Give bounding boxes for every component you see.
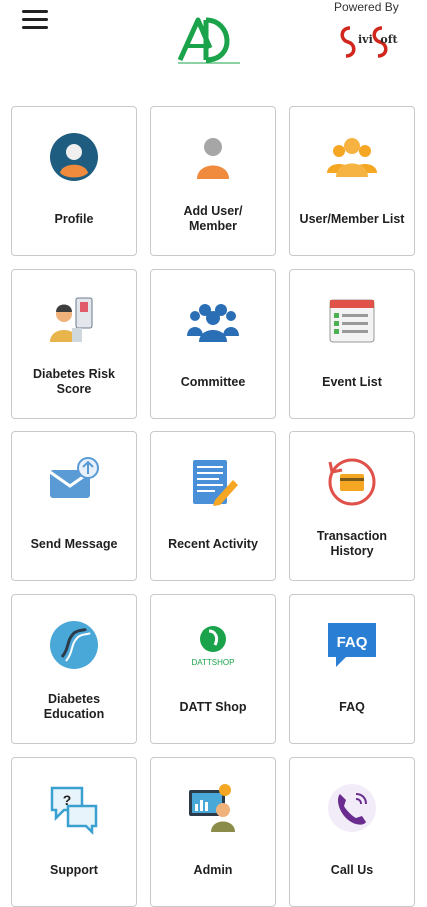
sivisoft-text: ivi oft [358, 33, 398, 46]
tile-label: Event List [322, 374, 382, 389]
tile-committee[interactable]: Committee [150, 269, 276, 419]
menu-icon[interactable] [22, 10, 48, 32]
tile-diabetes-risk-score[interactable]: Diabetes Risk Score [11, 269, 137, 419]
user-list-icon [324, 129, 380, 185]
recent-activity-icon [185, 454, 241, 510]
tile-label: Committee [180, 374, 246, 389]
committee-icon [185, 292, 241, 348]
tile-user-member-list[interactable]: User/Member List [289, 106, 415, 256]
tile-admin[interactable]: Admin [150, 757, 276, 907]
send-message-icon [46, 454, 102, 510]
add-user-icon [185, 129, 241, 185]
tile-transaction-history[interactable]: Transaction History [289, 431, 415, 581]
transaction-history-icon [324, 454, 380, 510]
powered-by-label: Powered By [334, 0, 399, 14]
tile-call-us[interactable]: Call Us [289, 757, 415, 907]
support-icon: ? [46, 780, 102, 836]
tile-label: DATT Shop [179, 699, 247, 714]
call-us-icon [324, 780, 380, 836]
tile-label: Support [50, 862, 98, 877]
diabetes-risk-icon [46, 292, 102, 348]
diabetes-education-icon [46, 617, 102, 673]
tile-faq[interactable]: FAQ FAQ [289, 594, 415, 744]
tile-add-user-member[interactable]: Add User/Member [150, 106, 276, 256]
tile-support[interactable]: ? Support [11, 757, 137, 907]
faq-icon: FAQ [324, 617, 380, 673]
tile-profile[interactable]: Profile [11, 106, 137, 256]
tile-label: FAQ [339, 699, 365, 714]
svg-text:DATTSHOP: DATTSHOP [192, 658, 235, 667]
tile-event-list[interactable]: Event List [289, 269, 415, 419]
tile-recent-activity[interactable]: Recent Activity [150, 431, 276, 581]
tile-label: User/Member List [299, 211, 405, 226]
tile-datt-shop[interactable]: DATTSHOP DATT Shop [150, 594, 276, 744]
app-header: Powered By ivi oft [0, 0, 427, 100]
tile-label: Send Message [30, 536, 118, 551]
svg-text:?: ? [63, 792, 72, 808]
tile-label: Diabetes Education [43, 692, 105, 721]
profile-icon [46, 129, 102, 185]
tile-label: Recent Activity [168, 536, 258, 551]
tile-label: Profile [54, 211, 94, 226]
svg-text:FAQ: FAQ [337, 634, 368, 651]
event-list-icon [324, 292, 380, 348]
tile-diabetes-education[interactable]: Diabetes Education [11, 594, 137, 744]
tile-label: Add User/Member [183, 204, 243, 233]
admin-icon [185, 780, 241, 836]
tile-label: Diabetes Risk Score [33, 367, 115, 396]
tile-label: Call Us [330, 862, 374, 877]
tile-label: Admin [193, 862, 233, 877]
tile-label: Transaction History [316, 529, 388, 558]
association-logo [177, 17, 240, 64]
tile-send-message[interactable]: Send Message [11, 431, 137, 581]
datt-shop-icon: DATTSHOP [185, 617, 241, 673]
